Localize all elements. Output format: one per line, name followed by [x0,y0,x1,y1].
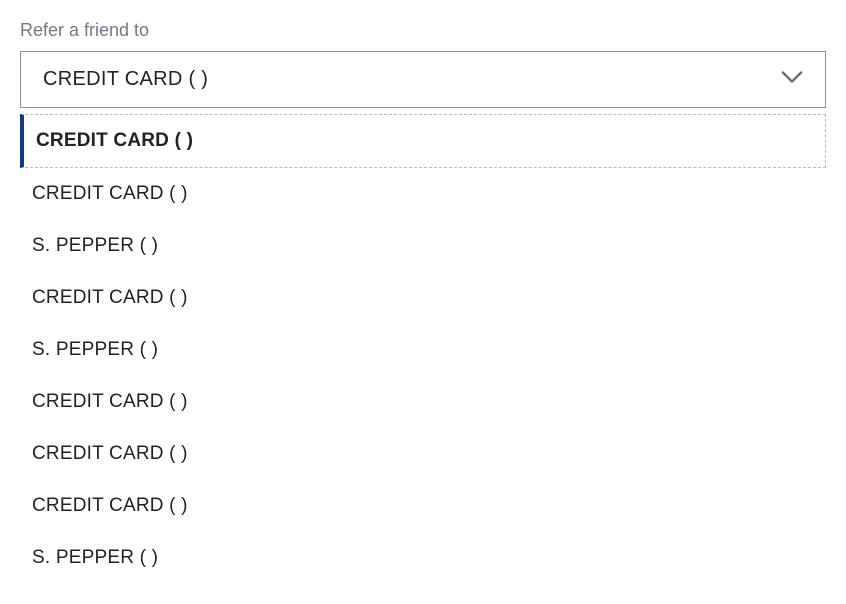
dropdown-option[interactable]: CREDIT CARD ( ) [20,168,826,220]
dropdown-option[interactable]: CREDIT CARD ( ) [20,376,826,428]
dropdown-option[interactable]: CREDIT CARD ( ) [20,272,826,324]
dropdown-option[interactable]: S. PEPPER ( ) [20,324,826,376]
dropdown-option[interactable]: S. PEPPER ( ) [20,532,826,584]
dropdown-list: CREDIT CARD ( ) CREDIT CARD ( ) S. PEPPE… [20,114,826,584]
refer-select[interactable]: CREDIT CARD ( ) [20,51,826,108]
field-label: Refer a friend to [20,20,826,41]
dropdown-option[interactable]: S. PEPPER ( ) [20,220,826,272]
dropdown-option[interactable]: CREDIT CARD ( ) [20,114,826,168]
select-value: CREDIT CARD ( ) [43,68,208,91]
dropdown-option[interactable]: CREDIT CARD ( ) [20,428,826,480]
dropdown-option[interactable]: CREDIT CARD ( ) [20,480,826,532]
chevron-down-icon [781,70,803,89]
